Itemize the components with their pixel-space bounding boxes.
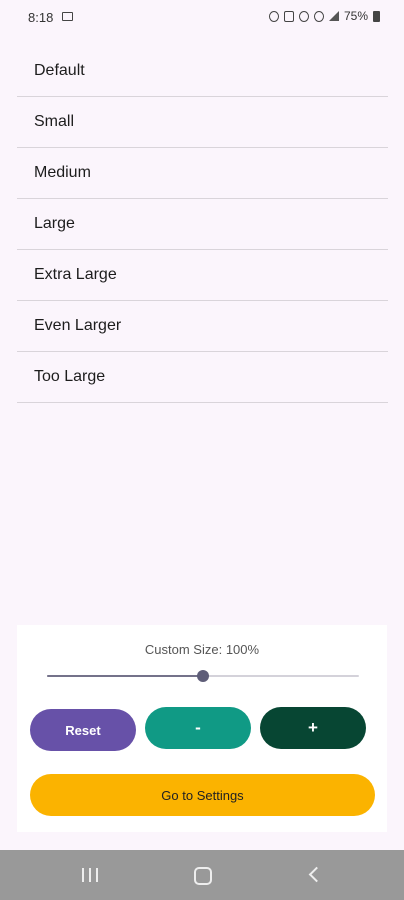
status-time: 8:18 xyxy=(28,10,54,25)
custom-size-label: Custom Size: 100% xyxy=(144,642,260,657)
size-item-label: Large xyxy=(34,215,75,232)
wifi-icon xyxy=(313,10,324,22)
slider-active-track xyxy=(47,675,203,677)
custom-size-slider[interactable] xyxy=(47,670,359,682)
size-item-label: Default xyxy=(34,61,85,79)
home-icon[interactable] xyxy=(194,867,212,885)
size-item-large[interactable]: Large xyxy=(17,199,388,250)
decrease-button[interactable]: - xyxy=(145,707,251,749)
size-item-label: Too Large xyxy=(34,368,106,385)
nfc-icon xyxy=(283,10,294,22)
slider-thumb[interactable] xyxy=(197,670,209,682)
size-item-even-larger[interactable]: Even Larger xyxy=(17,301,388,352)
size-item-label: Small xyxy=(34,113,75,130)
text-size-list: Default Small Medium Large Extra Large E… xyxy=(17,45,388,403)
location-icon xyxy=(268,10,279,22)
size-item-small[interactable]: Small xyxy=(17,97,388,148)
size-item-label: Medium xyxy=(34,164,91,181)
increase-button[interactable]: + xyxy=(260,707,366,749)
vibrate-icon xyxy=(298,10,309,22)
battery-icon xyxy=(373,10,380,22)
signal-icon xyxy=(328,11,339,21)
status-bar: 8:18 75% xyxy=(0,0,404,34)
size-item-extra-large[interactable]: Extra Large xyxy=(17,250,388,301)
size-item-default[interactable]: Default xyxy=(17,45,388,97)
custom-size-panel: Custom Size: 100% Reset - + Go to Settin… xyxy=(17,625,387,832)
recent-apps-icon[interactable] xyxy=(82,868,98,882)
back-icon[interactable] xyxy=(308,866,325,883)
go-to-settings-button[interactable]: Go to Settings xyxy=(30,774,375,816)
size-item-too-large[interactable]: Too Large xyxy=(17,352,388,403)
battery-percent: 75% xyxy=(343,9,368,23)
size-item-label: Even Larger xyxy=(34,317,122,334)
gallery-notification-icon xyxy=(62,12,73,21)
navigation-bar xyxy=(0,850,404,900)
size-item-medium[interactable]: Medium xyxy=(17,148,388,199)
status-icons: 75% xyxy=(268,9,380,23)
size-item-label: Extra Large xyxy=(34,266,117,283)
reset-button[interactable]: Reset xyxy=(30,709,136,751)
